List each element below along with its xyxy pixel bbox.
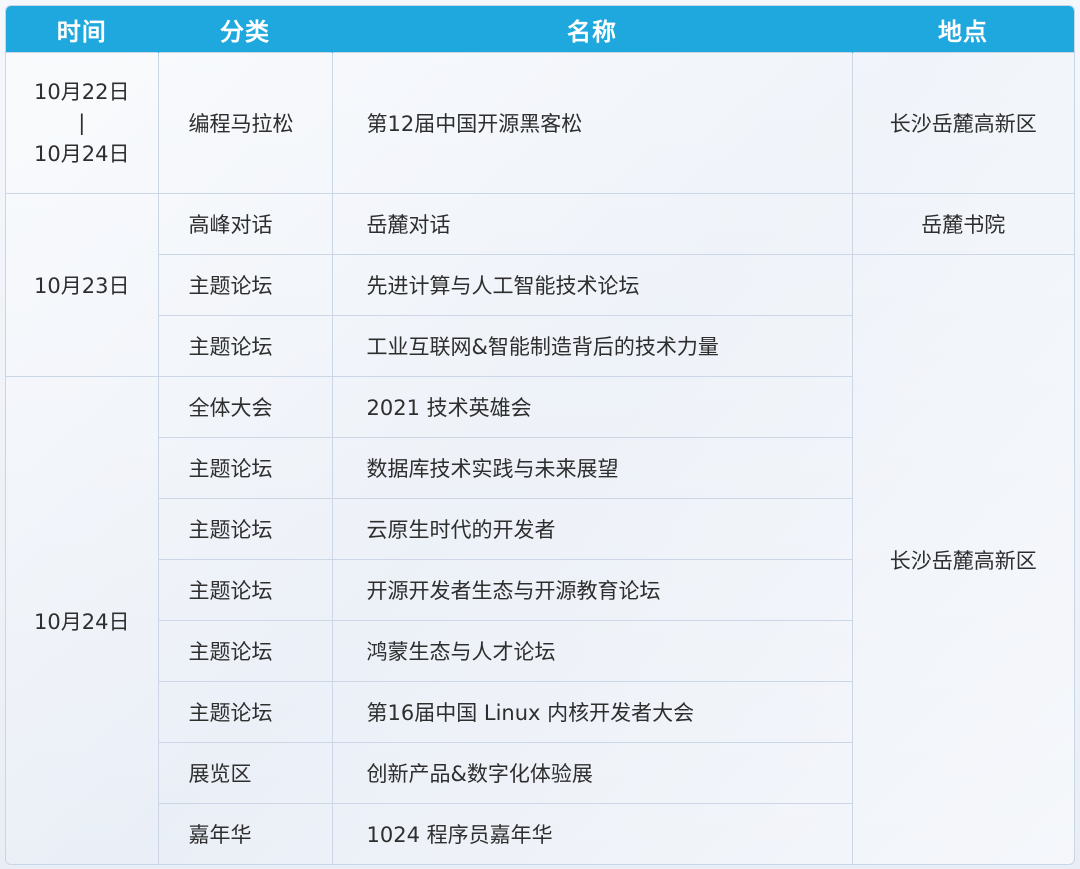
time-cell: 10月23日 xyxy=(6,193,159,377)
category-cell: 主题论坛 xyxy=(158,437,333,499)
name-cell: 岳麓对话 xyxy=(331,193,853,255)
name-cell: 云原生时代的开发者 xyxy=(331,498,852,560)
category-cell: 主题论坛 xyxy=(158,254,333,316)
schedule-table: 时间 分类 名称 地点 10月22日 | 10月24日 编程马拉松 第12届中国… xyxy=(6,6,1074,864)
name-cell: 创新产品&数字化体验展 xyxy=(331,742,852,804)
category-cell: 主题论坛 xyxy=(158,620,333,682)
time-cell: 10月22日 | 10月24日 xyxy=(6,52,159,194)
category-cell: 主题论坛 xyxy=(158,315,333,377)
name-cell: 鸿蒙生态与人才论坛 xyxy=(331,620,852,682)
category-cell: 高峰对话 xyxy=(157,193,333,255)
category-cell: 嘉年华 xyxy=(158,803,333,864)
table-header-row: 时间 分类 名称 地点 xyxy=(6,6,1074,53)
name-cell: 开源开发者生态与开源教育论坛 xyxy=(331,559,852,621)
category-cell: 主题论坛 xyxy=(158,498,333,560)
header-category: 分类 xyxy=(158,6,333,53)
category-cell: 全体大会 xyxy=(157,376,333,438)
name-cell: 工业互联网&智能制造背后的技术力量 xyxy=(331,315,852,377)
location-cell: 长沙岳麓高新区 xyxy=(851,254,1074,864)
location-cell: 岳麓书院 xyxy=(851,193,1074,255)
header-name: 名称 xyxy=(332,6,853,53)
category-cell: 主题论坛 xyxy=(158,559,333,621)
table-row: 10月23日 高峰对话 岳麓对话 岳麓书院 xyxy=(6,193,1074,377)
schedule-table-container: 时间 分类 名称 地点 10月22日 | 10月24日 编程马拉松 第12届中国… xyxy=(5,5,1075,865)
header-time: 时间 xyxy=(6,6,159,53)
time-cell: 10月24日 xyxy=(6,376,159,864)
table-row: 主题论坛 先进计算与人工智能技术论坛 长沙岳麓高新区 xyxy=(6,254,1074,864)
name-cell: 先进计算与人工智能技术论坛 xyxy=(331,254,853,316)
name-cell: 第12届中国开源黑客松 xyxy=(331,52,853,194)
category-cell: 展览区 xyxy=(158,742,333,804)
name-cell: 1024 程序员嘉年华 xyxy=(331,803,852,864)
name-cell: 2021 技术英雄会 xyxy=(331,376,852,438)
category-cell: 编程马拉松 xyxy=(157,52,333,194)
time-separator: | xyxy=(78,110,86,135)
header-location: 地点 xyxy=(852,6,1074,53)
table-row: 10月22日 | 10月24日 编程马拉松 第12届中国开源黑客松 长沙岳麓高新… xyxy=(6,52,1074,194)
category-cell: 主题论坛 xyxy=(158,681,333,743)
name-cell: 数据库技术实践与未来展望 xyxy=(331,437,852,499)
location-cell: 长沙岳麓高新区 xyxy=(851,52,1074,194)
name-cell: 第16届中国 Linux 内核开发者大会 xyxy=(331,681,852,743)
time-end: 10月24日 xyxy=(34,141,130,166)
time-start: 10月22日 xyxy=(34,79,130,104)
